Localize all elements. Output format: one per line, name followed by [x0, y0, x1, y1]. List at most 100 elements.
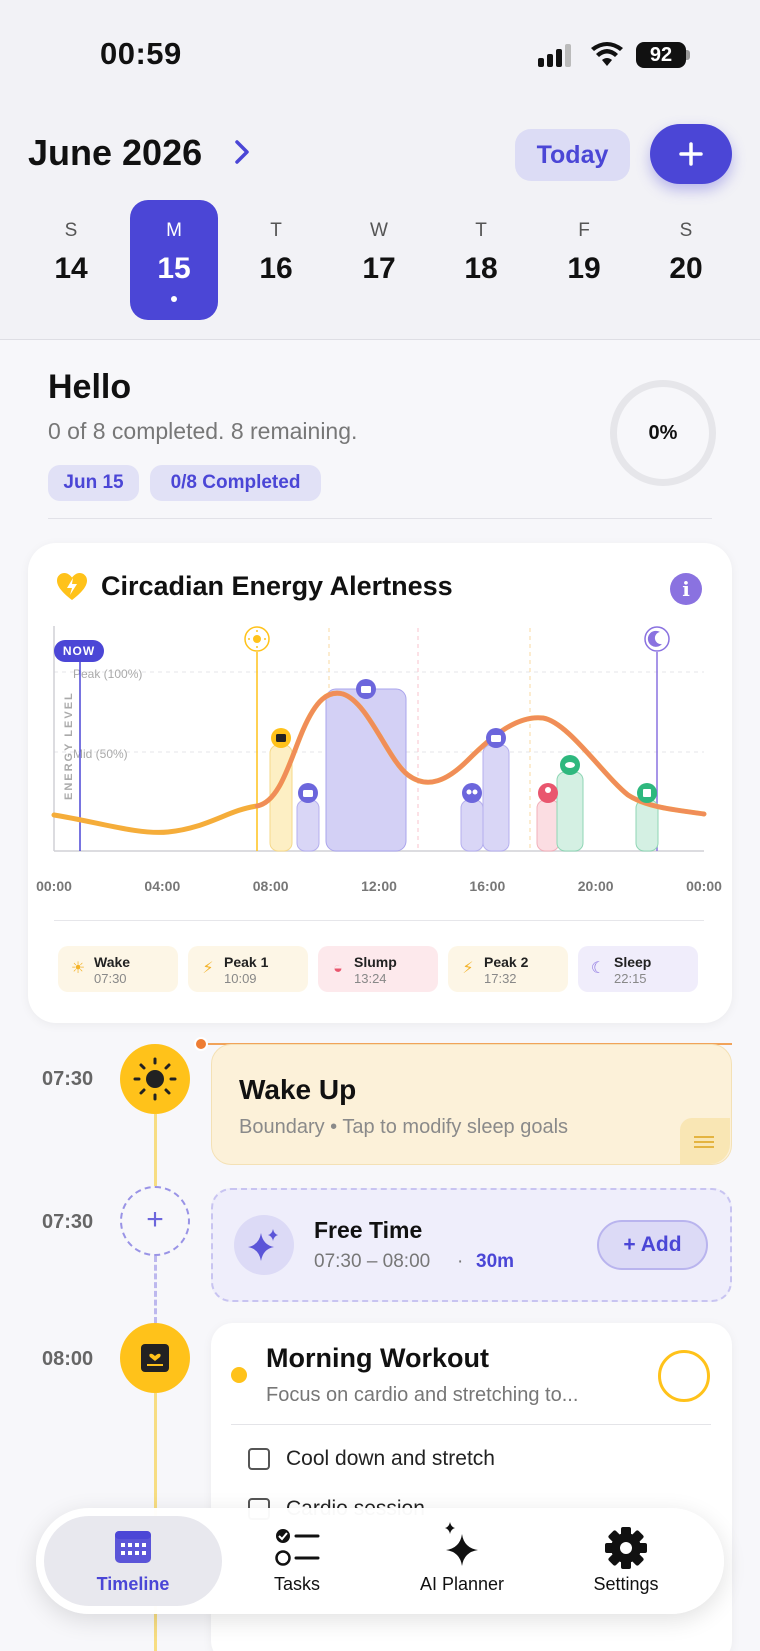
sparkles-icon: [248, 1229, 278, 1261]
task-bar-1: [296, 799, 320, 852]
add-button[interactable]: [650, 124, 732, 184]
weekday-letter: W: [370, 220, 388, 241]
meal-bar: [556, 771, 584, 852]
weekday-number: 17: [362, 252, 396, 285]
heart-bolt-icon: [57, 573, 87, 600]
add-task-button[interactable]: + Add: [597, 1220, 708, 1270]
social-bar: [536, 799, 560, 852]
nav-timeline[interactable]: Timeline: [53, 1574, 213, 1595]
sun-icon: [133, 1057, 177, 1101]
wake-up-subtitle: Boundary • Tap to modify sleep goals: [239, 1116, 569, 1138]
energy-title: Circadian Energy Alertness: [101, 571, 453, 601]
gear-icon[interactable]: [604, 1526, 648, 1570]
legend-name: Sleep: [614, 954, 652, 970]
completed-chip: 0/8 Completed: [150, 465, 321, 501]
legend-peak-2: ⚡ Peak 2 17:32: [448, 946, 568, 992]
week-day-18[interactable]: T 18: [437, 200, 525, 320]
weekday-letter: T: [270, 220, 282, 241]
x-tick-label: 04:00: [144, 878, 180, 894]
legend-slump: ◒ Slump 13:24: [318, 946, 438, 992]
x-tick-label: 08:00: [253, 878, 289, 894]
nav-settings[interactable]: Settings: [546, 1574, 706, 1595]
workout-note-icon: [141, 1344, 169, 1372]
battery-tip: [686, 50, 690, 60]
meeting-bar: [460, 799, 484, 852]
complete-toggle[interactable]: [658, 1350, 710, 1402]
now-label: NOW: [63, 644, 95, 658]
sparkles-icon[interactable]: [440, 1520, 486, 1566]
legend-peak-1: ⚡ Peak 1 10:09: [188, 946, 308, 992]
weekday-letter: S: [64, 220, 78, 241]
weekday-number: 14: [54, 252, 88, 285]
wake-node: [120, 1044, 190, 1114]
legend-sleep: ☾ Sleep 22:15: [578, 946, 698, 992]
free-time-range: 07:30 – 08:00: [314, 1251, 431, 1272]
legend-name: Wake: [94, 954, 131, 970]
timeline-connector: [154, 1114, 157, 1186]
week-day-14[interactable]: S 14: [27, 200, 115, 320]
wifi-icon: [591, 42, 623, 66]
plus-icon: [679, 142, 703, 166]
workout-time: 08:00: [42, 1348, 94, 1370]
completion-summary: 0 of 8 completed. 8 remaining.: [48, 418, 358, 444]
x-tick-label: 00:00: [36, 878, 72, 894]
x-tick-label: 20:00: [578, 878, 614, 894]
legend-time: 22:15: [614, 971, 647, 986]
mid-label: Mid (50%): [73, 747, 128, 761]
workout-divider: [231, 1424, 711, 1425]
week-day-19[interactable]: F 19: [540, 200, 628, 320]
progress-ring: 0%: [610, 380, 716, 486]
battery-level: 92: [636, 42, 686, 68]
drag-handle[interactable]: [680, 1118, 730, 1164]
sun-icon: ☀: [70, 960, 86, 977]
nav-ai-planner[interactable]: AI Planner: [382, 1574, 542, 1595]
weekday-letter: T: [475, 220, 487, 241]
chevron-right-icon[interactable]: [232, 138, 252, 166]
add-slot-node[interactable]: +: [120, 1186, 190, 1256]
wake-time: 07:30: [42, 1068, 94, 1090]
month-title[interactable]: June 2026: [28, 132, 202, 174]
date-chip: Jun 15: [48, 465, 139, 501]
legend-time: 17:32: [484, 971, 517, 986]
weekday-letter: S: [679, 220, 693, 241]
x-tick-label: 12:00: [361, 878, 397, 894]
subtask-label: Cool down and stretch: [286, 1447, 495, 1470]
peak-label: Peak (100%): [73, 667, 142, 681]
x-tick-label: 00:00: [686, 878, 722, 894]
info-icon[interactable]: i: [670, 573, 702, 605]
week-day-17[interactable]: W 17: [335, 200, 423, 320]
today-button[interactable]: Today: [515, 129, 630, 181]
free-time-time: 07:30: [42, 1211, 94, 1233]
checklist-icon[interactable]: [274, 1526, 320, 1570]
weekday-letter: F: [578, 220, 590, 241]
weekday-number: 16: [259, 252, 293, 285]
workout-node: [120, 1323, 190, 1393]
greeting-title: Hello: [48, 368, 132, 406]
x-tick-label: 16:00: [469, 878, 505, 894]
summary-divider: [48, 518, 712, 519]
x-axis-ticks: 00:00 04:00 08:00 12:00 16:00 20:00 00:00: [36, 878, 722, 894]
calendar-icon[interactable]: [113, 1526, 153, 1566]
weekday-number: 19: [567, 252, 601, 285]
legend-wake: ☀ Wake 07:30: [58, 946, 178, 992]
workout-title: Morning Workout: [266, 1343, 489, 1373]
priority-dot: [231, 1367, 247, 1383]
timeline-connector-dashed: [154, 1256, 157, 1323]
week-day-16[interactable]: T 16: [232, 200, 320, 320]
weekday-number: 18: [464, 252, 498, 285]
legend-name: Slump: [354, 954, 397, 970]
y-axis-label: ENERGY LEVEL: [63, 691, 75, 800]
subtask-checkbox[interactable]: [248, 1448, 270, 1470]
moon-icon: ☾: [590, 960, 606, 977]
bolt-icon: ⚡: [462, 960, 474, 977]
week-day-20[interactable]: S 20: [642, 200, 730, 320]
wake-up-title: Wake Up: [239, 1074, 357, 1105]
nav-tasks[interactable]: Tasks: [217, 1574, 377, 1595]
status-time: 00:59: [100, 36, 182, 71]
weekday-number: 20: [669, 252, 703, 285]
week-day-15[interactable]: M 15: [130, 200, 218, 320]
free-time-icon-wrap: [234, 1215, 294, 1275]
bolt-icon: ⚡: [202, 960, 214, 977]
legend-name: Peak 1: [224, 954, 269, 970]
free-time-duration: 30m: [476, 1251, 515, 1272]
